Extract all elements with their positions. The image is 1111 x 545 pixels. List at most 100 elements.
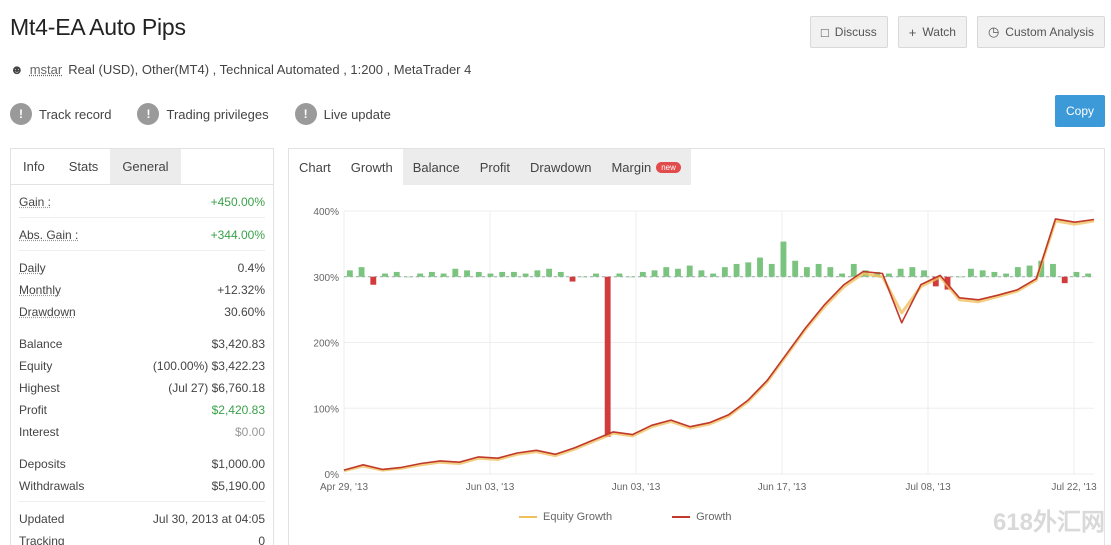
tab-margin[interactable]: Margin new (601, 149, 691, 185)
stat-row-balance: Balance $3,420.83 (19, 333, 265, 355)
stat-row-drawdown: Drawdown 30.60% (19, 301, 265, 323)
tab-growth[interactable]: Growth (340, 149, 403, 185)
stat-label[interactable]: Monthly (19, 283, 61, 297)
custom-analysis-button-label: Custom Analysis (1005, 25, 1094, 39)
stat-label: Highest (19, 381, 60, 395)
stat-row-tracking: Tracking 0 (19, 530, 265, 545)
profit-bar (1073, 271, 1080, 277)
stats-tabs: Info Stats General (11, 149, 273, 185)
tab-drawdown[interactable]: Drawdown (520, 149, 602, 185)
profit-bar (780, 241, 787, 277)
profit-bar (686, 265, 693, 277)
stat-row-updated: Updated Jul 30, 2013 at 04:05 (19, 508, 265, 530)
tab-label: Margin (611, 159, 652, 175)
divider (19, 501, 265, 502)
y-tick-label: 0% (325, 470, 340, 481)
profit-bar (628, 276, 635, 278)
divider (19, 250, 265, 251)
profit-bar (1014, 267, 1021, 277)
profit-bar (616, 273, 623, 277)
series-line-equity-growth (343, 219, 1095, 473)
tab-label: Balance (412, 159, 460, 175)
tab-chart[interactable]: Chart (289, 149, 341, 185)
profit-bar (440, 273, 447, 277)
profit-bar (991, 271, 998, 277)
profit-bar (464, 270, 470, 277)
badge-label: Track record (39, 106, 112, 122)
profit-bar (850, 263, 857, 277)
badge-live-update[interactable]: ! Live update (294, 103, 391, 125)
account-meta: ☻ mstar Real (USD), Other(MT4) , Technic… (10, 62, 471, 77)
legend-label: Growth (696, 511, 732, 523)
tab-info[interactable]: Info (11, 149, 57, 184)
watch-button-label: Watch (922, 25, 956, 39)
profit-bar (522, 273, 529, 277)
legend-item-equity-growth[interactable]: Equity Growth (519, 511, 612, 523)
badge-track-record[interactable]: ! Track record (10, 103, 111, 125)
discuss-button[interactable]: □ Discuss (809, 16, 888, 48)
profit-bar (757, 257, 763, 277)
tab-label: Chart (299, 159, 331, 175)
badge-label: Live update (323, 106, 391, 122)
owner-link[interactable]: mstar (30, 62, 63, 77)
x-tick-label: Jul 22, '13 (1051, 482, 1097, 493)
profit-bar (546, 268, 553, 277)
stat-label[interactable]: Daily (19, 261, 46, 275)
profit-bar (827, 267, 834, 277)
stat-value: $5,190.00 (211, 479, 265, 493)
profit-bar (885, 273, 892, 277)
chart-panel: Chart Growth Balance Profit Drawdown Mar… (288, 148, 1105, 545)
profit-bar (710, 273, 717, 277)
watch-button[interactable]: + Watch (897, 16, 967, 48)
stat-label[interactable]: Abs. Gain : (19, 228, 78, 242)
verification-badges: ! Track record ! Trading privileges ! Li… (10, 103, 391, 125)
profit-bar (803, 267, 810, 277)
tab-profit[interactable]: Profit (469, 149, 521, 185)
user-icon: ☻ (10, 62, 24, 77)
stat-row-daily: Daily 0.4% (19, 257, 265, 279)
profit-bar (921, 270, 928, 277)
profit-bar (698, 270, 705, 277)
stat-label[interactable]: Gain : (19, 195, 51, 209)
profit-bar (452, 268, 459, 277)
legend-item-growth[interactable]: Growth (672, 511, 732, 523)
profit-bar (534, 270, 541, 277)
tab-general[interactable]: General (110, 149, 181, 184)
profit-bar (499, 271, 506, 277)
copy-button[interactable]: Copy (1055, 95, 1105, 127)
stat-row-gain: Gain : +450.00% (19, 191, 265, 213)
profit-bar (733, 263, 740, 277)
profit-bar (475, 271, 482, 277)
y-tick-label: 400% (313, 207, 339, 218)
stat-label: Updated (19, 512, 65, 526)
stat-value: +12.32% (217, 283, 265, 297)
badge-label: Trading privileges (166, 106, 269, 122)
header-actions: □ Discuss + Watch ◷ Custom Analysis (809, 16, 1105, 48)
profit-bar (557, 271, 564, 277)
profit-bar (721, 267, 728, 277)
profit-bar (593, 273, 599, 277)
custom-analysis-button[interactable]: ◷ Custom Analysis (976, 16, 1105, 48)
stat-value: $2,420.83 (211, 403, 265, 417)
stat-value: 30.60% (224, 305, 265, 319)
profit-bar (651, 270, 658, 277)
stat-label: Withdrawals (19, 479, 85, 493)
stat-value: $1,000.00 (211, 457, 265, 471)
profit-bar (1085, 273, 1092, 277)
badge-trading-privileges[interactable]: ! Trading privileges (137, 103, 269, 125)
stat-row-abs-gain: Abs. Gain : +344.00% (19, 224, 265, 246)
chart-legend: Equity Growth Growth (519, 511, 732, 523)
profit-bar (428, 271, 435, 277)
stat-value: (Jul 27) $6,760.18 (168, 381, 265, 395)
profit-bar (1026, 265, 1033, 277)
divider (19, 217, 265, 218)
profit-bar (768, 263, 775, 277)
stat-value: $3,420.83 (211, 337, 265, 351)
tab-balance[interactable]: Balance (402, 149, 470, 185)
x-tick-label: Jul 08, '13 (905, 482, 951, 493)
tab-stats[interactable]: Stats (57, 149, 111, 184)
profit-bar (487, 273, 494, 277)
y-tick-label: 300% (313, 273, 339, 284)
